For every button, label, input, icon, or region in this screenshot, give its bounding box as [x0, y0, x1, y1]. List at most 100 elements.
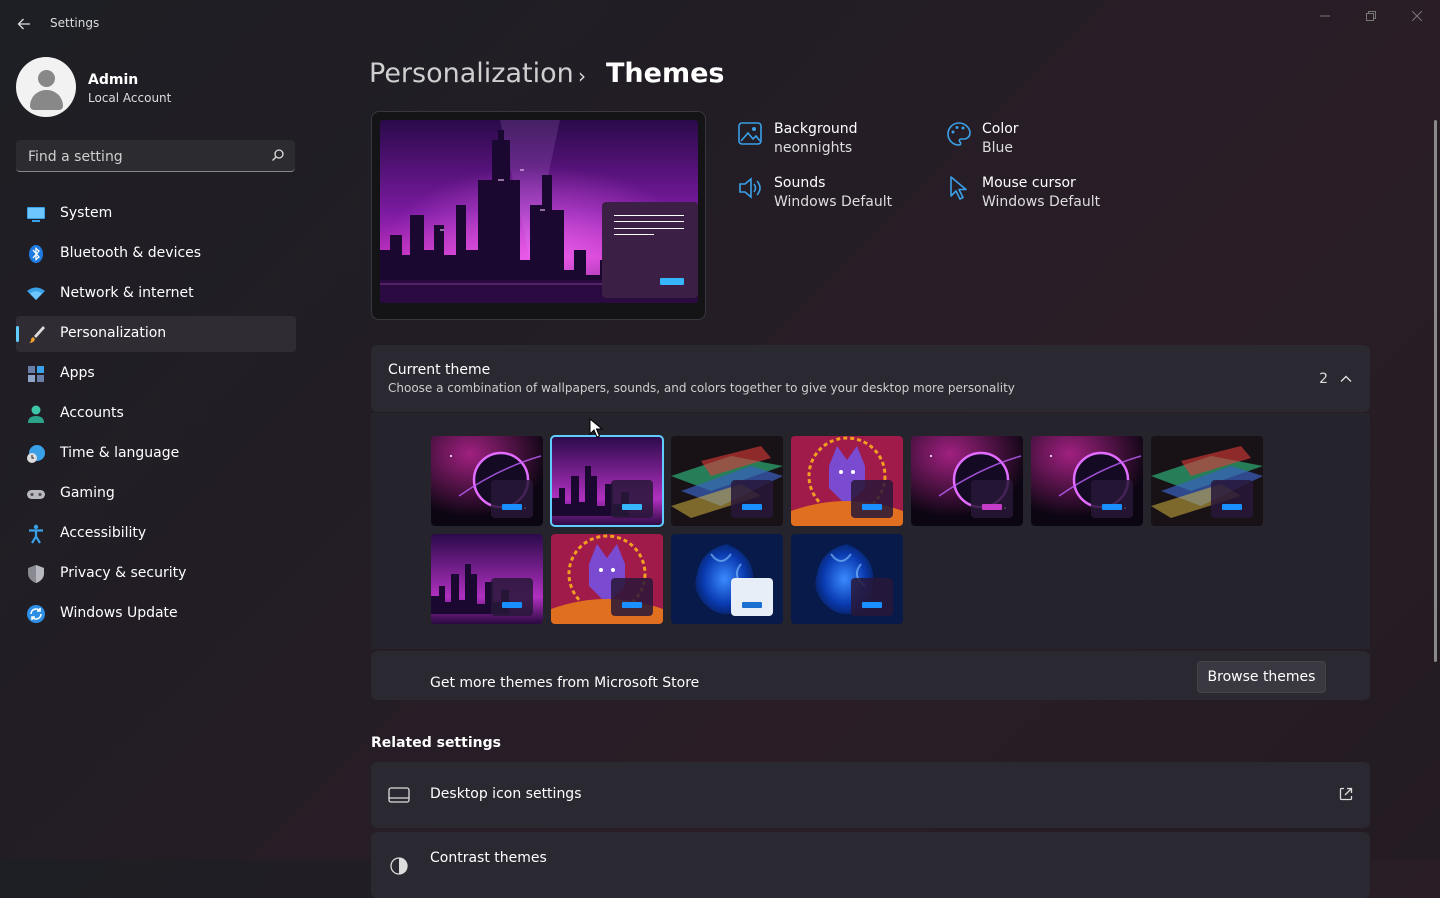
globe-clock-icon	[27, 445, 45, 463]
scrollbar[interactable]	[1434, 120, 1437, 662]
back-arrow-icon	[17, 18, 30, 30]
page-title: Themes	[606, 58, 725, 89]
current-theme-header[interactable]: Current theme Choose a combination of wa…	[371, 345, 1370, 412]
desktop-icon-settings-row[interactable]: Desktop icon settings	[371, 762, 1370, 828]
theme-window-preview	[491, 480, 533, 518]
bluetooth-icon	[29, 245, 43, 263]
sidebar-item-label: Accounts	[60, 405, 124, 421]
related-settings-heading: Related settings	[371, 735, 501, 751]
theme-tile[interactable]	[431, 436, 543, 526]
sidebar-item-label: Bluetooth & devices	[60, 245, 202, 261]
preview-window	[602, 202, 698, 298]
current-theme-title: Current theme	[388, 362, 491, 378]
theme-window-preview	[851, 480, 893, 518]
theme-tile[interactable]	[1151, 436, 1263, 526]
search-input[interactable]	[26, 146, 260, 168]
theme-tile[interactable]	[671, 436, 783, 526]
preview-text-line	[614, 221, 684, 222]
mouse-pointer-icon	[589, 418, 603, 438]
preview-text-line	[614, 234, 654, 235]
app-title: Settings	[50, 16, 100, 30]
contrast-themes-row[interactable]: Contrast themes	[371, 832, 1370, 898]
breadcrumb-separator: ›	[578, 64, 586, 88]
preview-text-line	[614, 228, 684, 229]
contrast-icon	[390, 857, 408, 875]
theme-accent-button	[862, 504, 882, 510]
color-label: Color	[982, 121, 1019, 137]
sidebar-item-label: Time & language	[60, 445, 180, 461]
avatar-head	[38, 70, 55, 87]
user-name: Admin	[88, 72, 139, 88]
minimize-button[interactable]	[1305, 6, 1345, 26]
theme-tile[interactable]	[791, 436, 903, 526]
sidebar-item-time-language[interactable]: Time & language	[16, 436, 296, 472]
picture-icon	[738, 122, 762, 145]
sidebar-item-windows-update[interactable]: Windows Update	[16, 596, 296, 632]
theme-tile[interactable]	[551, 534, 663, 624]
preview-text-line	[614, 215, 684, 216]
close-icon	[1412, 11, 1422, 21]
external-link-icon	[1339, 787, 1353, 801]
theme-gallery	[371, 413, 1370, 649]
monitor-icon	[27, 207, 45, 222]
theme-window-preview	[491, 578, 533, 616]
sidebar-item-gaming[interactable]: Gaming	[16, 476, 296, 512]
sidebar-item-label: Personalization	[60, 325, 167, 341]
sidebar-item-apps[interactable]: Apps	[16, 356, 296, 392]
sidebar-item-label: Privacy & security	[60, 565, 187, 581]
avatar[interactable]	[16, 57, 76, 117]
chevron-up-icon[interactable]	[1338, 371, 1354, 387]
theme-tile[interactable]	[550, 435, 664, 527]
search-icon[interactable]	[271, 148, 285, 162]
sounds-setting[interactable]: Sounds Windows Default	[738, 175, 918, 215]
close-button[interactable]	[1397, 6, 1437, 26]
sidebar-item-label: Gaming	[60, 485, 115, 501]
shield-icon	[28, 565, 44, 583]
sidebar-item-label: System	[60, 205, 113, 221]
title-bar: Settings	[0, 0, 1440, 48]
sidebar-item-bluetooth[interactable]: Bluetooth & devices	[16, 236, 296, 272]
theme-accent-button	[982, 504, 1002, 510]
theme-window-preview	[851, 578, 893, 616]
sidebar-item-system[interactable]: System	[16, 196, 296, 232]
theme-accent-button	[502, 602, 522, 608]
desktop-icon-settings-label: Desktop icon settings	[430, 786, 582, 802]
theme-tile[interactable]	[431, 534, 543, 624]
person-icon	[28, 405, 44, 423]
theme-window-preview	[611, 480, 653, 518]
microsoft-store-row: Get more themes from Microsoft Store Bro…	[371, 651, 1370, 700]
restore-icon	[1366, 11, 1376, 21]
preview-button	[660, 278, 684, 285]
background-label: Background	[774, 121, 858, 137]
theme-tile[interactable]	[1031, 436, 1143, 526]
theme-tile[interactable]	[671, 534, 783, 624]
maximize-button[interactable]	[1351, 6, 1391, 26]
theme-tile[interactable]	[911, 436, 1023, 526]
store-label: Get more themes from Microsoft Store	[430, 675, 700, 691]
mouse-cursor-setting[interactable]: Mouse cursor Windows Default	[946, 175, 1126, 215]
sounds-label: Sounds	[774, 175, 826, 191]
mouse-cursor-value: Windows Default	[982, 194, 1101, 210]
browse-themes-button[interactable]: Browse themes	[1197, 661, 1326, 693]
theme-window-preview	[731, 578, 773, 616]
sidebar-item-privacy[interactable]: Privacy & security	[16, 556, 296, 592]
sidebar-item-personalization[interactable]: Personalization	[16, 316, 296, 352]
theme-accent-button	[742, 602, 762, 608]
theme-count: 2	[1319, 371, 1328, 387]
theme-accent-button	[622, 602, 642, 608]
cursor-icon	[950, 176, 967, 200]
contrast-themes-label: Contrast themes	[430, 850, 547, 866]
minimize-icon	[1320, 15, 1330, 17]
theme-window-preview	[1211, 480, 1253, 518]
color-setting[interactable]: Color Blue	[946, 121, 1126, 161]
back-button[interactable]	[10, 12, 38, 36]
background-setting[interactable]: Background neonnights	[738, 121, 918, 161]
sidebar-item-accessibility[interactable]: Accessibility	[16, 516, 296, 552]
avatar-body	[30, 90, 63, 110]
theme-tile[interactable]	[791, 534, 903, 624]
breadcrumb-parent[interactable]: Personalization	[369, 58, 574, 89]
sidebar-item-accounts[interactable]: Accounts	[16, 396, 296, 432]
palette-icon	[947, 122, 971, 146]
sidebar-item-network[interactable]: Network & internet	[16, 276, 296, 312]
gamepad-icon	[27, 490, 45, 499]
